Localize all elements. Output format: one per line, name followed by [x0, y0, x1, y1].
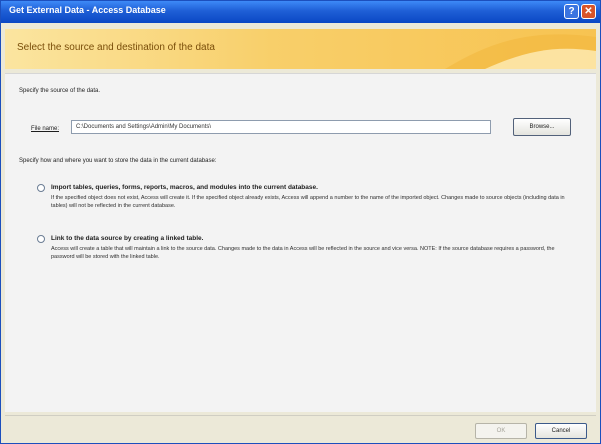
banner-title: Select the source and destination of the…	[17, 42, 215, 53]
destination-label: Specify how and where you want to store …	[19, 158, 217, 164]
banner-swoosh-graphic	[445, 34, 596, 69]
header-banner: Select the source and destination of the…	[5, 29, 596, 69]
browse-button[interactable]: Browse...	[513, 118, 571, 136]
close-icon: ✕	[584, 6, 593, 17]
dialog-footer: OK Cancel	[5, 415, 596, 441]
ok-button[interactable]: OK	[475, 423, 527, 439]
title-bar[interactable]: Get External Data - Access Database ? ✕	[1, 1, 600, 23]
import-radio[interactable]	[37, 184, 45, 192]
footer-divider	[5, 415, 596, 416]
content-panel: Specify the source of the data. File nam…	[5, 73, 596, 412]
file-name-label: File name:	[31, 126, 60, 132]
close-button[interactable]: ✕	[581, 4, 596, 19]
import-option-title[interactable]: Import tables, queries, forms, reports, …	[51, 184, 318, 191]
cancel-button[interactable]: Cancel	[535, 423, 587, 439]
help-icon: ?	[568, 6, 575, 17]
link-option-title[interactable]: Link to the data source by creating a li…	[51, 235, 203, 242]
file-name-input[interactable]: C:\Documents and Settings\Admin\My Docum…	[71, 120, 491, 134]
window-title: Get External Data - Access Database	[9, 5, 166, 15]
link-radio[interactable]	[37, 235, 45, 243]
source-label: Specify the source of the data.	[19, 88, 101, 94]
help-button[interactable]: ?	[564, 4, 579, 19]
dialog-window: Get External Data - Access Database ? ✕ …	[0, 0, 601, 444]
link-option-description: Access will create a table that will mai…	[51, 246, 555, 260]
import-option-description: If the specified object does not exist, …	[51, 195, 565, 209]
